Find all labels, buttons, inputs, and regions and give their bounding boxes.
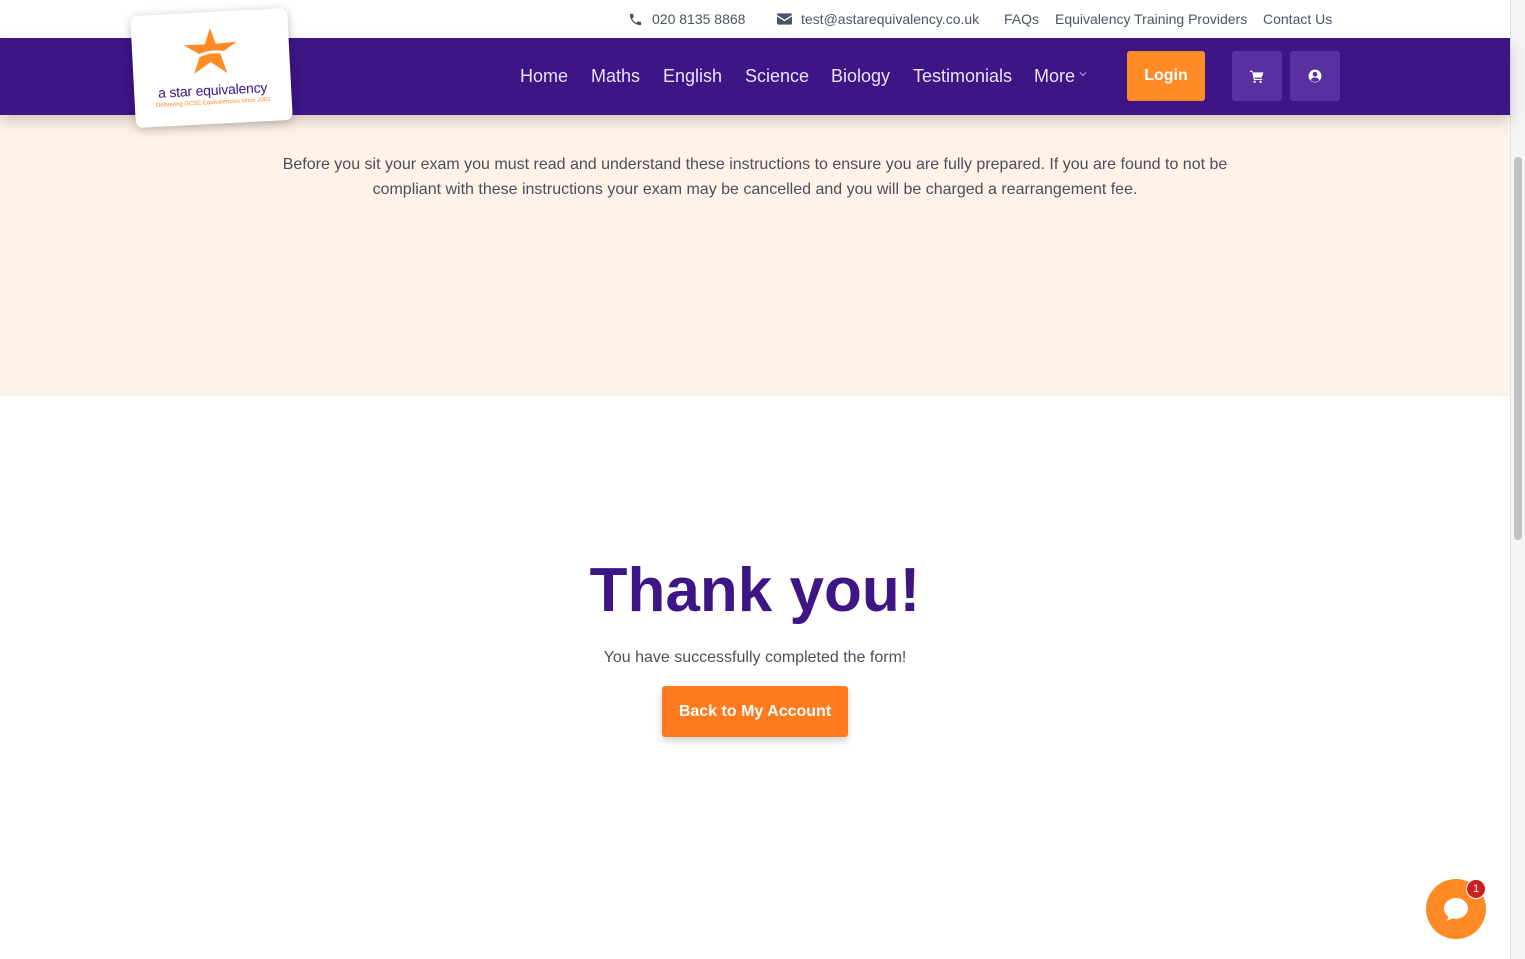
email-address: test@astarequivalency.co.uk (801, 11, 980, 27)
login-button[interactable]: Login (1127, 51, 1205, 101)
account-button[interactable] (1290, 51, 1340, 101)
user-circle-icon (1308, 69, 1322, 83)
phone-icon (629, 13, 642, 25)
cart-button[interactable] (1232, 51, 1282, 101)
top-link-training-providers[interactable]: Equivalency Training Providers (1055, 11, 1247, 27)
site-logo[interactable]: a star equivalency Delivering GCSE Equiv… (130, 7, 293, 129)
chevron-down-icon[interactable] (1079, 71, 1087, 77)
nav-maths[interactable]: Maths (591, 66, 640, 87)
back-to-account-button[interactable]: Back to My Account (662, 686, 848, 737)
cart-icon (1250, 70, 1264, 83)
instructions-text: Before you sit your exam you must read a… (282, 156, 1228, 198)
phone-contact[interactable]: 020 8135 8868 (628, 11, 745, 27)
star-logo-icon (183, 28, 237, 74)
nav-biology[interactable]: Biology (831, 66, 890, 87)
page-scrollbar[interactable] (1510, 0, 1525, 959)
nav-science[interactable]: Science (745, 66, 809, 87)
top-link-faqs[interactable]: FAQs (1004, 11, 1039, 27)
scrollbar-thumb[interactable] (1514, 157, 1522, 540)
instructions-section: Before you sit your exam you must read a… (0, 115, 1510, 396)
nav-more[interactable]: More (1034, 66, 1075, 87)
envelope-icon (777, 13, 792, 25)
email-contact[interactable]: test@astarequivalency.co.uk (777, 11, 979, 27)
nav-testimonials[interactable]: Testimonials (913, 66, 1012, 87)
nav-english[interactable]: English (663, 66, 722, 87)
nav-home[interactable]: Home (520, 66, 568, 87)
thank-you-heading: Thank you! (589, 556, 921, 625)
chat-bubble-icon (1444, 898, 1468, 921)
phone-number: 020 8135 8868 (652, 11, 746, 27)
chat-notification-badge: 1 (1466, 879, 1486, 899)
top-link-contact[interactable]: Contact Us (1263, 11, 1332, 27)
success-message: You have successfully completed the form… (603, 649, 907, 666)
